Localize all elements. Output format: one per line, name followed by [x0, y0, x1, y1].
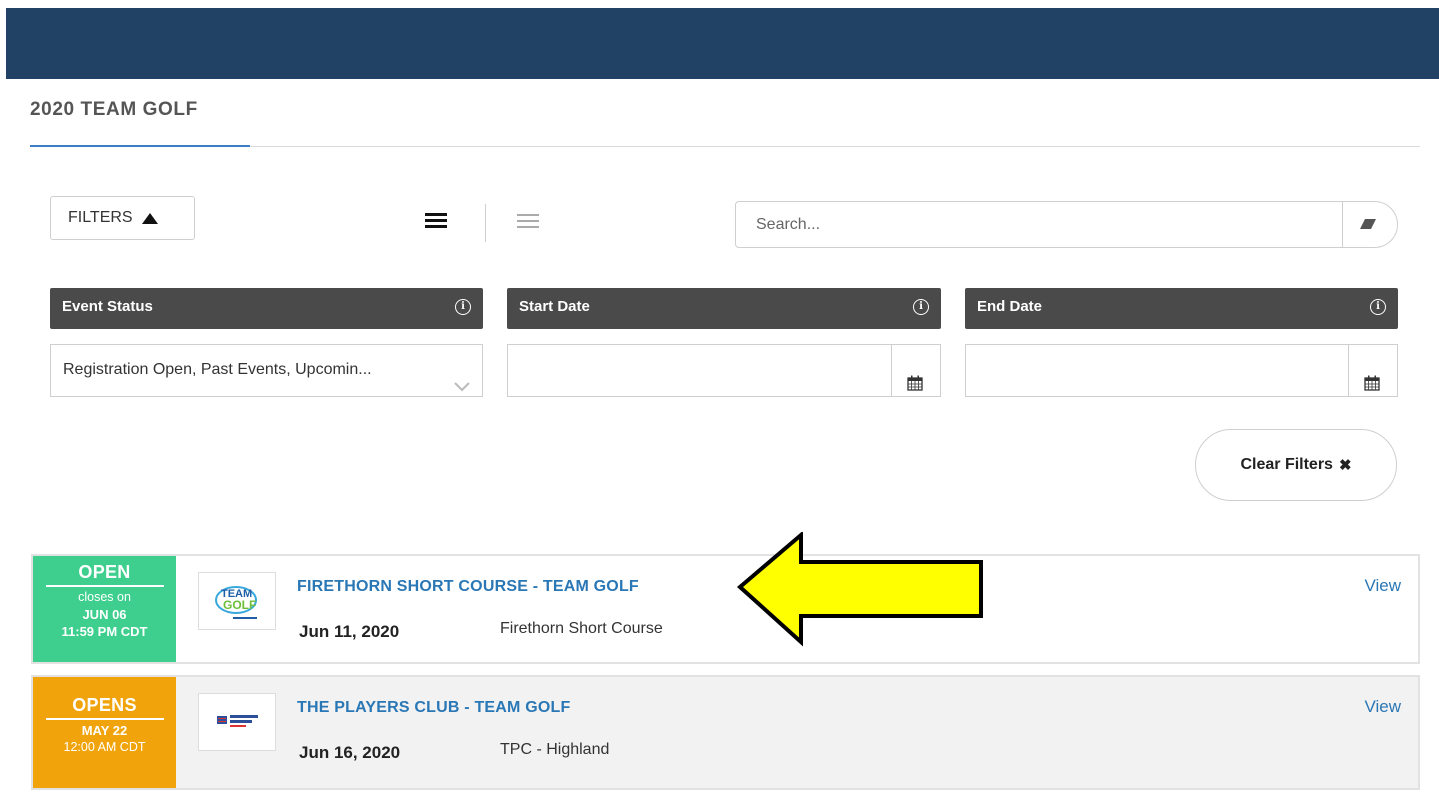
info-icon[interactable]: i: [913, 299, 929, 315]
svg-text:GOLF: GOLF: [223, 598, 256, 612]
event-status-header: Event Status i: [50, 288, 483, 329]
badge-line: JUN 06: [82, 607, 127, 622]
caret-up-icon: [141, 212, 158, 224]
view-link[interactable]: View: [1364, 697, 1401, 717]
team-golf-logo[interactable]: TEAM GOLF: [198, 572, 276, 630]
start-date-header: Start Date i: [507, 288, 941, 329]
end-date-label: End Date: [977, 298, 1043, 315]
clear-filters-label: Clear Filters: [1240, 456, 1333, 473]
view-toggle-divider: [485, 204, 486, 242]
annotation-arrow-icon: [735, 530, 987, 683]
event-venue: Firethorn Short Course: [500, 620, 663, 637]
chevron-down-icon: [454, 363, 470, 413]
event-status-label: Event Status: [62, 298, 153, 315]
eraser-icon[interactable]: [1358, 216, 1378, 237]
badge-line: closes on: [78, 590, 131, 604]
event-row: OPENS MAY 22 12:00 AM CDT THE PLAYERS CL…: [31, 675, 1420, 790]
search-input[interactable]: [736, 202, 1341, 247]
page-title: 2020 TEAM GOLF: [30, 99, 198, 120]
badge-line: 12:00 AM CDT: [63, 740, 146, 754]
event-date: Jun 16, 2020: [299, 743, 401, 762]
badge-status: OPENS: [72, 695, 137, 715]
start-date-label: Start Date: [519, 298, 590, 315]
title-underline-accent: [30, 145, 250, 147]
calendar-icon[interactable]: [1364, 362, 1380, 412]
event-title-link[interactable]: FIRETHORN SHORT COURSE - TEAM GOLF: [297, 578, 639, 596]
end-date-header: End Date i: [965, 288, 1398, 329]
search-separator: [1342, 202, 1343, 247]
badge-line: 11:59 PM CDT: [61, 624, 148, 639]
list-view-icon[interactable]: [425, 213, 447, 229]
event-date: Jun 11, 2020: [299, 622, 400, 641]
top-navigation-bar: [6, 8, 1439, 79]
status-badge: OPENS MAY 22 12:00 AM CDT: [33, 677, 176, 788]
end-date-input[interactable]: [965, 344, 1398, 397]
close-icon: ✖: [1338, 457, 1352, 474]
start-date-input[interactable]: [507, 344, 941, 397]
event-venue: TPC - Highland: [500, 741, 610, 758]
event-title-link[interactable]: THE PLAYERS CLUB - TEAM GOLF: [297, 699, 570, 717]
badge-divider: [45, 718, 164, 720]
calendar-separator: [1348, 345, 1349, 396]
filters-label: FILTERS: [68, 209, 133, 226]
senior-golf-logo[interactable]: [198, 693, 276, 751]
event-row: OPEN closes on JUN 06 11:59 PM CDT TEAM …: [31, 554, 1420, 664]
event-status-value: Registration Open, Past Events, Upcomin.…: [63, 361, 372, 378]
badge-divider: [45, 585, 164, 587]
compact-view-icon[interactable]: [517, 213, 539, 229]
search-box: [735, 201, 1398, 248]
event-status-select[interactable]: Registration Open, Past Events, Upcomin.…: [50, 344, 483, 397]
calendar-separator: [891, 345, 892, 396]
info-icon[interactable]: i: [1370, 299, 1386, 315]
view-link[interactable]: View: [1364, 576, 1401, 596]
info-icon[interactable]: i: [455, 299, 471, 315]
badge-status: OPEN: [78, 562, 131, 582]
badge-line: MAY 22: [81, 723, 128, 738]
clear-filters-button[interactable]: Clear Filters ✖: [1195, 429, 1397, 501]
filters-toggle-button[interactable]: FILTERS: [50, 196, 195, 240]
status-badge: OPEN closes on JUN 06 11:59 PM CDT: [33, 556, 176, 662]
calendar-icon[interactable]: [907, 362, 923, 412]
